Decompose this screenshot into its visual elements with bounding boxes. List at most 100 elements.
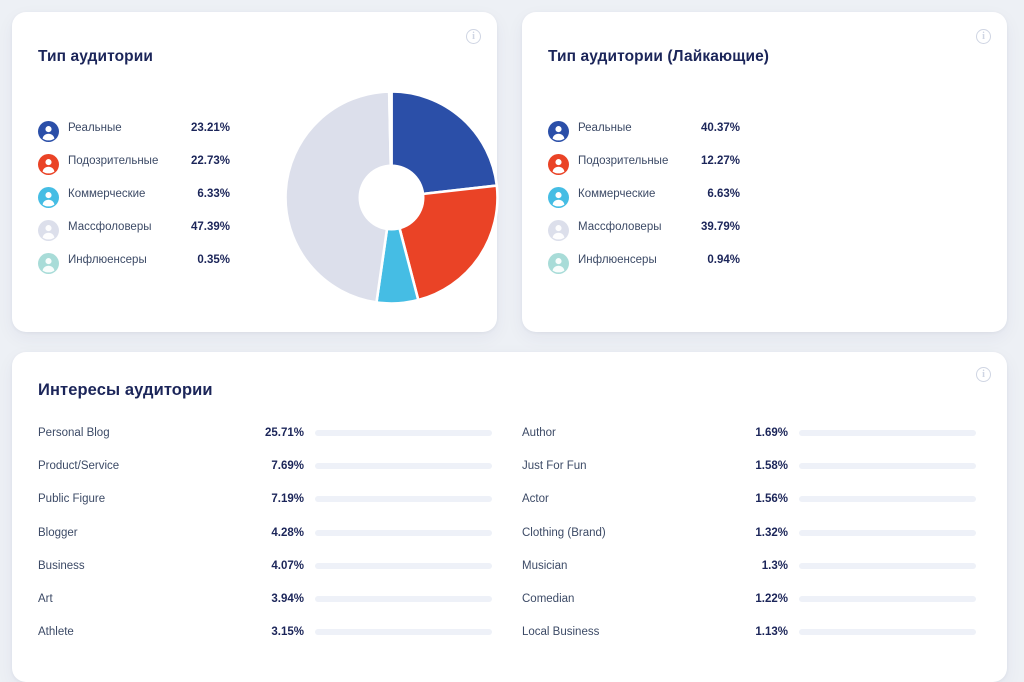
interest-bar-track xyxy=(799,463,976,470)
interest-bar-track xyxy=(315,629,492,636)
legend-row: Реальные 23.21% xyxy=(38,118,238,151)
interest-name: Author xyxy=(522,427,556,439)
legend-value: 6.33% xyxy=(197,188,230,200)
legend-value: 47.39% xyxy=(190,221,230,233)
donut-legend: Реальные 23.21% Подозрительные 22.73% Коммер… xyxy=(38,118,238,283)
legend-label: Реальные xyxy=(68,122,122,134)
info-icon[interactable]: i xyxy=(976,367,991,382)
interest-bar-track xyxy=(799,430,976,436)
donut-legend: Реальные 40.37% Подозрительные 12.27% Коммер… xyxy=(548,118,748,283)
interest-value: 7.69% xyxy=(271,460,304,473)
interest-row: Author 1.69% xyxy=(522,424,1002,457)
legend-value: 12.27% xyxy=(700,155,740,167)
interest-value: 3.94% xyxy=(271,592,304,605)
legend-value: 0.94% xyxy=(707,254,740,266)
legend-label: Инфлюенсеры xyxy=(578,254,657,266)
legend-value: 0.35% xyxy=(197,254,230,266)
legend-row: Подозрительные 22.73% xyxy=(38,151,238,184)
interest-name: Blogger xyxy=(38,526,78,539)
interest-row: Art 3.94% xyxy=(38,590,518,623)
interest-row: Just For Fun 1.58% xyxy=(522,457,1002,490)
person-avatar-icon xyxy=(548,253,569,274)
interest-value: 3.15% xyxy=(271,626,304,639)
card-title: Интересы аудитории xyxy=(38,381,213,399)
interest-value: 1.56% xyxy=(755,493,788,506)
person-avatar-icon xyxy=(548,187,569,208)
interest-row: Public Figure 7.19% xyxy=(38,490,518,523)
person-avatar-icon xyxy=(548,121,569,142)
interest-value: 25.71% xyxy=(264,427,304,439)
interests-column-left: Personal Blog 25.71% Product/Service 7.69% P… xyxy=(38,424,518,656)
dashboard-page: Тип аудитории i Реальные 23.21% Подозрител… xyxy=(0,0,1024,682)
interest-name: Product/Service xyxy=(38,460,120,473)
info-icon[interactable]: i xyxy=(976,29,991,44)
person-avatar-icon xyxy=(38,220,59,241)
interest-bar-track xyxy=(315,529,492,536)
interest-row: Comedian 1.22% xyxy=(522,590,1002,623)
legend-row: Инфлюенсеры 0.94% xyxy=(548,250,748,283)
interest-value: 1.69% xyxy=(755,427,788,439)
interest-value: 1.22% xyxy=(755,592,788,605)
legend-row: Реальные 40.37% xyxy=(548,118,748,151)
legend-row: Подозрительные 12.27% xyxy=(548,151,748,184)
legend-label: Массфоловеры xyxy=(68,221,152,233)
legend-label: Подозрительные xyxy=(68,155,159,167)
interest-name: Just For Fun xyxy=(522,460,587,473)
interest-row: Blogger 4.28% xyxy=(38,524,518,557)
interest-name: Public Figure xyxy=(38,493,106,506)
interest-bar-track xyxy=(799,529,976,536)
interest-row: Product/Service 7.69% xyxy=(38,457,518,490)
person-avatar-icon xyxy=(38,154,59,175)
person-avatar-icon xyxy=(548,220,569,241)
donut-chart-audience-type xyxy=(284,90,499,305)
interest-row: Actor 1.56% xyxy=(522,490,1002,523)
interest-bar-track xyxy=(799,629,976,636)
person-avatar-icon xyxy=(38,187,59,208)
info-icon[interactable]: i xyxy=(466,29,481,44)
legend-label: Коммерческие xyxy=(578,188,656,200)
interest-name: Athlete xyxy=(38,626,74,639)
interest-name: Business xyxy=(38,559,85,572)
legend-label: Инфлюенсеры xyxy=(68,254,147,266)
legend-row: Коммерческие 6.33% xyxy=(38,184,238,217)
card-title: Тип аудитории xyxy=(38,48,153,65)
interest-bar-track xyxy=(315,430,492,436)
interest-value: 4.07% xyxy=(271,559,304,572)
legend-value: 6.63% xyxy=(707,188,740,200)
interest-value: 1.3% xyxy=(761,559,788,572)
legend-label: Массфоловеры xyxy=(578,221,662,233)
interest-name: Comedian xyxy=(522,592,575,605)
interest-bar-track xyxy=(315,562,492,569)
interest-bar-track xyxy=(315,463,492,470)
legend-value: 40.37% xyxy=(700,122,740,134)
interest-value: 1.32% xyxy=(755,526,788,539)
interests-column-right: Author 1.69% Just For Fun 1.58% Actor 1.56% Cl… xyxy=(522,424,1002,656)
interest-bar-track xyxy=(315,595,492,602)
interest-row: Athlete 3.15% xyxy=(38,623,518,656)
legend-label: Подозрительные xyxy=(578,155,669,167)
interest-bar-track xyxy=(799,595,976,602)
interest-bar-track xyxy=(799,562,976,569)
interest-row: Local Business 1.13% xyxy=(522,623,1002,656)
interest-bar-track xyxy=(315,496,492,503)
interest-name: Local Business xyxy=(522,626,600,639)
legend-row: Массфоловеры 47.39% xyxy=(38,217,238,250)
interest-name: Personal Blog xyxy=(38,427,110,439)
interest-value: 7.19% xyxy=(271,493,304,506)
legend-row: Инфлюенсеры 0.35% xyxy=(38,250,238,283)
interest-value: 1.13% xyxy=(755,626,788,639)
card-title: Тип аудитории (Лайкающие) xyxy=(548,48,770,65)
person-avatar-icon xyxy=(38,253,59,274)
interest-value: 4.28% xyxy=(271,526,304,539)
legend-label: Реальные xyxy=(578,122,632,134)
interest-name: Art xyxy=(38,592,53,605)
legend-row: Массфоловеры 39.79% xyxy=(548,217,748,250)
card-audience-interests: Интересы аудитории i Personal Blog 25.71%… xyxy=(12,352,1007,682)
card-audience-type-likes: Тип аудитории (Лайкающие) i Реальные 40.3… xyxy=(522,12,1007,332)
person-avatar-icon xyxy=(548,154,569,175)
interest-row: Business 4.07% xyxy=(38,557,518,590)
interest-row: Personal Blog 25.71% xyxy=(38,424,518,457)
interest-name: Actor xyxy=(522,493,549,506)
person-avatar-icon xyxy=(38,121,59,142)
legend-value: 23.21% xyxy=(190,122,230,134)
